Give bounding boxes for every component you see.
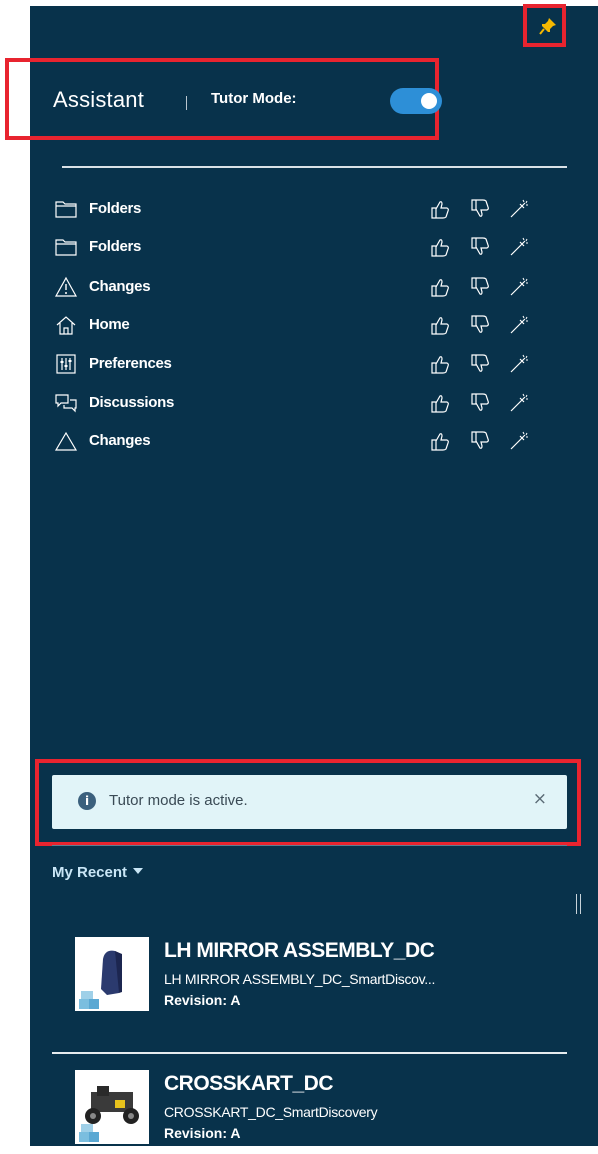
folder-icon (54, 198, 78, 222)
recent-item-name: CROSSKART_DC (164, 1072, 334, 1095)
my-recent-label: My Recent (52, 864, 128, 881)
thumbs-up-icon[interactable] (429, 198, 453, 222)
panel-title: Assistant (53, 87, 145, 112)
suggestion-row[interactable]: Home (54, 314, 564, 344)
suggestion-row[interactable]: Changes (54, 430, 564, 460)
warning-icon (54, 276, 78, 300)
thumbs-up-icon[interactable] (429, 314, 453, 338)
info-icon: i (78, 792, 96, 810)
recent-item-subtitle: LH MIRROR ASSEMBLY_DC_SmartDiscov... (164, 971, 436, 987)
suggestion-label: Home (89, 316, 130, 333)
thumbs-down-icon[interactable] (469, 392, 493, 416)
recent-item-subtitle: CROSSKART_DC_SmartDiscovery (164, 1104, 378, 1120)
caret-down-icon (133, 868, 144, 874)
thumbs-up-icon[interactable] (429, 353, 453, 377)
thumbs-down-icon[interactable] (469, 236, 493, 260)
suggestion-row[interactable]: Changes (54, 276, 564, 306)
suggestion-row[interactable]: Discussions (54, 392, 564, 422)
part-thumbnail (75, 937, 149, 1011)
folder-icon (54, 236, 78, 260)
triangle-icon (54, 430, 78, 454)
recent-item[interactable]: CROSSKART_DC CROSSKART_DC_SmartDiscovery… (75, 1070, 565, 1154)
notice-message: Tutor mode is active. (109, 792, 248, 809)
suggestion-label: Folders (89, 200, 142, 217)
thumbs-up-icon[interactable] (429, 276, 453, 300)
tutor-notice: i Tutor mode is active. × (52, 775, 567, 829)
home-icon (54, 314, 78, 338)
header-divider (62, 166, 567, 168)
suggestion-label: Folders (89, 238, 142, 255)
thumbs-down-icon[interactable] (469, 198, 493, 222)
thumbs-down-icon[interactable] (469, 430, 493, 454)
magic-wand-icon[interactable] (508, 198, 532, 222)
magic-wand-icon[interactable] (508, 314, 532, 338)
tutor-mode-toggle[interactable] (390, 88, 442, 114)
recent-item[interactable]: LH MIRROR ASSEMBLY_DC LH MIRROR ASSEMBLY… (75, 937, 565, 1021)
close-icon[interactable]: × (533, 789, 547, 809)
tutor-mode-label: Tutor Mode: (211, 90, 297, 107)
toggle-knob (421, 93, 437, 109)
suggestion-row[interactable]: Preferences (54, 353, 564, 383)
suggestion-label: Preferences (89, 355, 172, 372)
pin-button[interactable] (523, 4, 566, 47)
suggestion-label: Changes (89, 432, 151, 449)
recent-item-name: LH MIRROR ASSEMBLY_DC (164, 939, 435, 962)
thumbs-up-icon[interactable] (429, 392, 453, 416)
scrollbar-handle[interactable] (576, 894, 581, 914)
recent-item-revision: Revision: A (164, 1125, 241, 1141)
thumbs-down-icon[interactable] (469, 314, 493, 338)
title-separator (186, 96, 187, 110)
magic-wand-icon[interactable] (508, 430, 532, 454)
my-recent-dropdown[interactable]: My Recent (52, 864, 144, 881)
magic-wand-icon[interactable] (508, 276, 532, 300)
thumbs-up-icon[interactable] (429, 430, 453, 454)
magic-wand-icon[interactable] (508, 392, 532, 416)
pin-icon (539, 18, 556, 35)
thumbs-down-icon[interactable] (469, 276, 493, 300)
thumbs-down-icon[interactable] (469, 353, 493, 377)
preferences-icon (54, 353, 78, 377)
magic-wand-icon[interactable] (508, 353, 532, 377)
thumbs-up-icon[interactable] (429, 236, 453, 260)
recent-item-revision: Revision: A (164, 992, 241, 1008)
suggestion-label: Discussions (89, 394, 175, 411)
suggestion-label: Changes (89, 278, 151, 295)
suggestion-row[interactable]: Folders (54, 198, 564, 228)
magic-wand-icon[interactable] (508, 236, 532, 260)
notice-divider (52, 845, 567, 846)
suggestion-row[interactable]: Folders (54, 236, 564, 266)
part-thumbnail (75, 1070, 149, 1144)
discussions-icon (54, 392, 78, 416)
recent-divider (52, 1052, 567, 1054)
